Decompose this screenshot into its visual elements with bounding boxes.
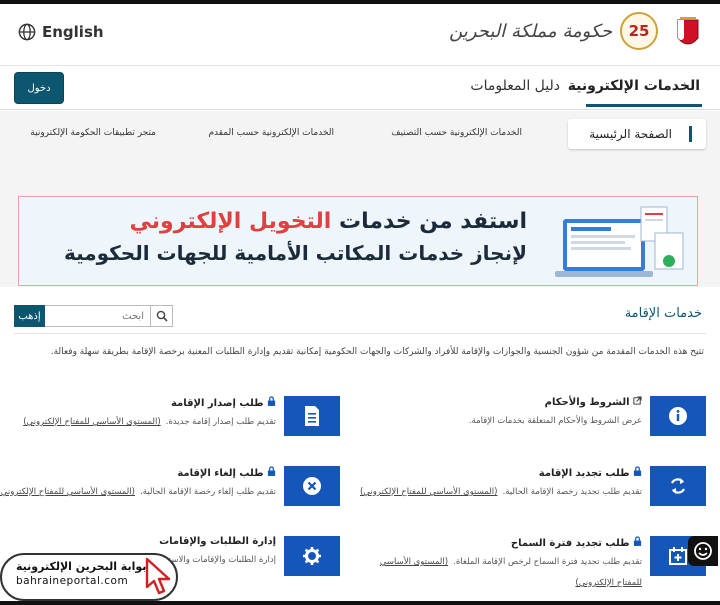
subnav-item-by-provider[interactable]: الخدمات الإلكترونية حسب المقدم <box>208 128 334 138</box>
service-text: طلب تجديد الإقامة تقديم طلب تجديد رخصة ا… <box>356 466 642 500</box>
ekey-level-link[interactable]: (المستوى الأساسي للمفتاح الإلكتروني) <box>23 417 161 427</box>
active-tab-indicator <box>586 104 702 107</box>
service-description: تقديم طلب تجديد فترة السماح لرخص الإقامة… <box>453 557 642 567</box>
promo-banner[interactable]: استفد من خدمات التخويل الإلكتروني لإنجاز… <box>18 196 698 286</box>
banner-headline-highlight: التخويل الإلكتروني <box>129 209 332 234</box>
lock-icon <box>633 466 642 476</box>
service-title: إدارة الطلبات والإقامات <box>159 536 276 547</box>
lock-icon <box>267 396 276 406</box>
ekey-level-link[interactable]: (المستوى الأساسي للمفتاح الإلكتروني) <box>360 487 498 497</box>
language-label: English <box>42 23 104 41</box>
subnav-home-label: الصفحة الرئيسية <box>589 127 672 141</box>
active-indicator <box>689 126 692 142</box>
service-card-renew-residency: طلب تجديد الإقامة تقديم طلب تجديد رخصة ا… <box>360 466 706 522</box>
service-title-link[interactable]: إدارة الطلبات والإقامات <box>0 536 276 547</box>
service-text: طلب إصدار الإقامة تقديم طلب إصدار إقامة … <box>0 396 276 430</box>
banner-headline-prefix: استفد من خدمات <box>331 209 527 234</box>
service-icon-button[interactable] <box>284 466 340 506</box>
government-logo[interactable]: حكومة مملكة البحرين 25 <box>449 12 658 50</box>
service-title-link[interactable]: طلب تجديد فترة السماح <box>356 536 642 549</box>
service-description: عرض الشروط والأحكام المتعلقة بخدمات الإق… <box>468 416 642 426</box>
gear-icon <box>303 547 321 565</box>
ekey-level-link[interactable]: (المستوى الأساسي للمفتاح الإلكتروني) <box>0 487 135 497</box>
site-header: English حكومة مملكة البحرين 25 <box>0 4 720 66</box>
bahrain-emblem-icon <box>677 17 699 45</box>
service-title: طلب تجديد الإقامة <box>538 468 630 479</box>
service-card-renew-grace-period: طلب تجديد فترة السماح تقديم طلب تجديد فت… <box>366 536 706 592</box>
login-button[interactable]: دخول <box>14 72 64 104</box>
service-icon-button[interactable] <box>284 396 340 436</box>
service-title-link[interactable]: الشروط والأحكام <box>356 396 642 408</box>
bottom-edge-bar <box>0 601 720 605</box>
globe-icon <box>18 23 36 41</box>
subnav-item-app-store[interactable]: متجر تطبيقات الحكومة الإلكترونية <box>30 128 156 138</box>
service-text: الشروط والأحكام عرض الشروط والأحكام المت… <box>356 396 642 429</box>
feedback-button[interactable] <box>688 536 718 566</box>
mouse-cursor-icon <box>145 557 171 595</box>
language-switcher[interactable]: English <box>18 23 104 41</box>
service-card-issue-residency: طلب إصدار الإقامة تقديم طلب إصدار إقامة … <box>0 396 340 452</box>
service-icon-button[interactable] <box>650 466 706 506</box>
banner-subheadline: لإنجاز خدمات المكاتب الأمامية للجهات الح… <box>63 241 527 265</box>
service-title: طلب تجديد فترة السماح <box>510 538 630 549</box>
main-nav: دخول الخدمات الإلكترونية دليل المعلومات <box>0 66 720 110</box>
calendar-add-icon <box>669 547 687 565</box>
search-icon-button[interactable] <box>151 305 173 327</box>
info-icon <box>669 407 687 425</box>
anniversary-badge: 25 <box>620 12 658 50</box>
tab-eservices[interactable]: الخدمات الإلكترونية <box>568 78 700 94</box>
banner-headline: استفد من خدمات التخويل الإلكتروني <box>130 209 527 234</box>
document-icon <box>305 406 319 426</box>
service-title-link[interactable]: طلب إلغاء الإقامة <box>0 466 276 479</box>
section-description: تتيح هذه الخدمات المقدمة من شؤون الجنسية… <box>50 347 704 357</box>
service-text: طلب إلغاء الإقامة تقديم طلب إلغاء رخصة ا… <box>0 466 276 500</box>
search-icon <box>156 310 168 322</box>
sub-nav: الصفحة الرئيسية الخدمات الإلكترونية حسب … <box>0 111 720 157</box>
subnav-item-by-category[interactable]: الخدمات الإلكترونية حسب التصنيف <box>391 128 522 138</box>
lock-icon <box>633 536 642 546</box>
logo-text: حكومة مملكة البحرين <box>449 20 612 42</box>
tab-information-directory[interactable]: دليل المعلومات <box>470 78 560 94</box>
service-icon-button[interactable] <box>650 396 706 436</box>
search-bar: إذهب <box>14 305 173 327</box>
refresh-icon <box>671 478 685 494</box>
search-input[interactable] <box>45 305 151 327</box>
service-card-terms: الشروط والأحكام عرض الشروط والأحكام المت… <box>366 396 706 452</box>
service-description: تقديم طلب إصدار إقامة جديدة. <box>165 417 276 427</box>
section-title: خدمات الإقامة <box>624 306 702 321</box>
service-icon-button[interactable] <box>284 536 340 576</box>
cancel-icon <box>303 477 321 495</box>
service-card-cancel-residency: طلب إلغاء الإقامة تقديم طلب إلغاء رخصة ا… <box>0 466 340 522</box>
service-description: تقديم طلب إلغاء رخصة الإقامة الحالية. <box>140 487 276 497</box>
external-link-icon <box>633 396 642 405</box>
service-title-link[interactable]: طلب إصدار الإقامة <box>0 396 276 409</box>
service-title: الشروط والأحكام <box>544 397 630 408</box>
service-title-link[interactable]: طلب تجديد الإقامة <box>356 466 642 479</box>
laptop-documents-illustration <box>555 206 684 277</box>
search-go-button[interactable]: إذهب <box>14 305 45 327</box>
service-description: تقديم طلب تجديد رخصة الإقامة الحالية. <box>502 487 642 497</box>
section-divider <box>14 333 706 334</box>
smiley-icon <box>694 542 712 560</box>
lock-icon <box>267 466 276 476</box>
service-title: طلب إصدار الإقامة <box>170 398 264 409</box>
service-text: طلب تجديد فترة السماح تقديم طلب تجديد فت… <box>356 536 642 589</box>
subnav-item-home[interactable]: الصفحة الرئيسية <box>568 119 706 149</box>
service-title: طلب إلغاء الإقامة <box>177 468 264 479</box>
